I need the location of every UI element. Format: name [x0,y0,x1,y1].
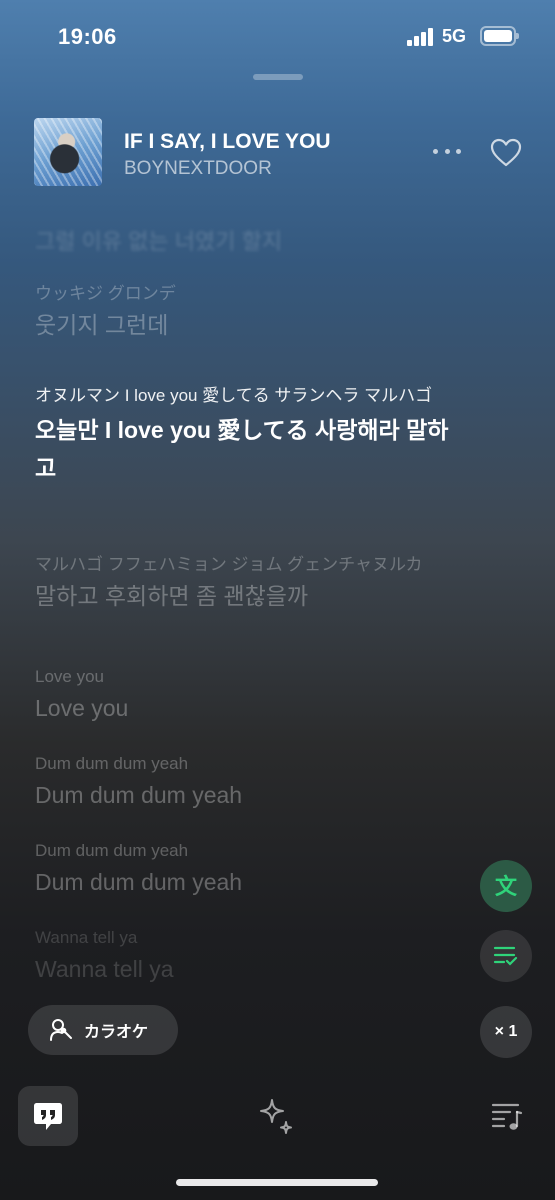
lyrics-queue-button[interactable] [480,930,532,982]
lyric-reading: Love you [35,667,104,686]
lyric-text: 오늘만 I love you 愛してる 사랑해라 말하고 [35,417,449,481]
song-title: IF I SAY, I LOVE YOU [124,130,331,153]
artist-name[interactable]: BOYNEXTDOOR [124,158,272,180]
more-dots-icon [433,148,438,154]
cellular-signal-icon [407,28,435,46]
lyric-line-clipped: 그럴 이유 없는 너였기 할지 [35,229,283,254]
lyric-line[interactable]: Dum dum dum yeah Dum dum dum yeah [35,752,455,811]
karaoke-label: カラオケ [84,1024,149,1041]
lyric-text: Dum dum dum yeah [35,782,243,808]
status-bar: 19:06 5G [0,0,555,70]
lyric-line[interactable]: Dum dum dum yeah Dum dum dum yeah [35,839,455,898]
network-type: 5G [442,26,467,46]
lyrics-panel[interactable]: 그럴 이유 없는 너였기 할지 ウッキジ グロンデ 웃기지 그런데 オヌルマン … [35,220,455,990]
lyric-line-active[interactable]: オヌルマン I love you 愛してる サランヘラ マルハゴ 오늘만 I l… [35,384,455,487]
lyric-reading: マルハゴ フフェハミョン ジョム グェンチャヌルカ [35,555,423,574]
heart-icon [490,138,522,167]
more-options-button[interactable] [430,138,464,164]
lyric-line[interactable]: ウッキジ グロンデ 웃기지 그런데 [35,282,455,341]
lyric-reading: ウッキジ グロンデ [35,284,176,303]
battery-icon [480,26,519,46]
playlist-button[interactable] [490,1100,524,1132]
sparkle-icon [260,1099,292,1134]
status-time: 19:06 [58,24,117,49]
lyrics-queue-icon [493,946,518,966]
lyric-text: 말하고 후회하면 좀 괜찮을까 [35,583,309,609]
lyric-reading: Dum dum dum yeah [35,841,189,860]
translate-button[interactable]: 文 [480,860,532,912]
playback-speed-button[interactable]: × 1 [480,1006,532,1058]
sparkle-button[interactable] [256,1096,296,1136]
lyric-line[interactable]: Wanna tell ya Wanna tell ya [35,926,455,985]
track-header: IF I SAY, I LOVE YOU BOYNEXTDOOR [0,110,555,200]
lyric-text: 웃기지 그런데 [35,312,169,338]
lyric-text: Dum dum dum yeah [35,869,243,895]
lyric-reading: オヌルマン I love you 愛してる サランヘラ マルハゴ [35,386,433,405]
playlist-music-icon [491,1103,523,1130]
lyric-line[interactable]: Love you Love you [35,665,455,724]
album-artwork[interactable] [34,118,102,186]
lyric-text: Love you [35,695,129,721]
lyric-text: Wanna tell ya [35,956,174,982]
lyric-reading: Dum dum dum yeah [35,754,189,773]
svg-text:文: 文 [495,874,518,900]
bottom-toolbar [0,1080,555,1160]
home-indicator[interactable] [176,1179,378,1186]
quote-bubble-icon [34,1103,62,1130]
sheet-grabber[interactable] [253,74,303,80]
lyrics-tab-button[interactable] [18,1086,78,1146]
lyric-reading: Wanna tell ya [35,928,138,947]
translate-icon: 文 [495,874,518,900]
karaoke-button[interactable]: カラオケ [28,1005,178,1055]
favorite-button[interactable] [490,138,522,168]
lyric-line[interactable]: マルハゴ フフェハミョン ジョム グェンチャヌルカ 말하고 후회하면 좀 괜찮을… [35,553,455,612]
microphone-person-icon [50,1019,72,1041]
